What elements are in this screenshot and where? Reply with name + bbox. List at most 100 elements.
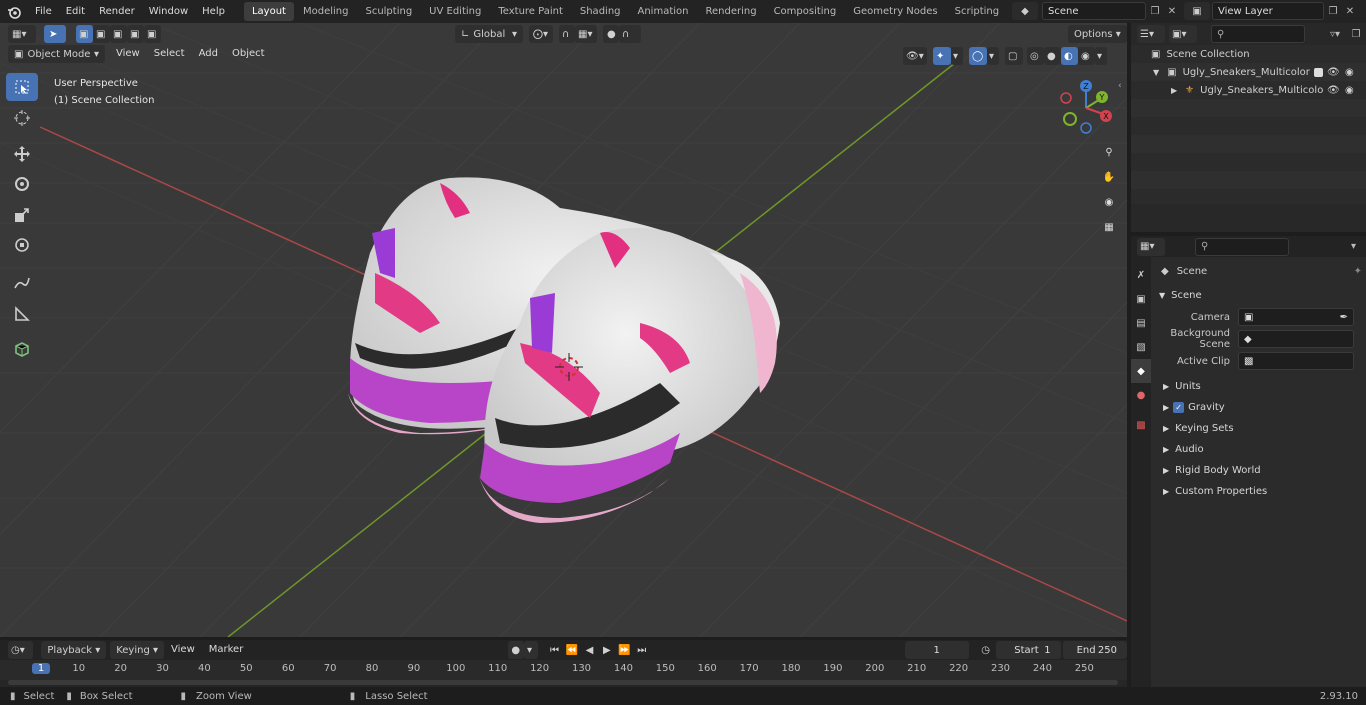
pan-hand-icon[interactable]: ✋ xyxy=(1098,166,1120,188)
viewport-menu-add[interactable]: Add xyxy=(192,45,225,63)
play-reverse-icon[interactable]: ◀ xyxy=(581,645,598,656)
gizmo-dropdown[interactable]: ▾ xyxy=(951,47,963,65)
orientation-dropdown[interactable]: ∟ Global ▾ xyxy=(455,25,523,43)
jump-end-icon[interactable]: ⏭ xyxy=(633,645,650,656)
viewport-menu-select[interactable]: Select xyxy=(147,45,192,63)
wireframe-shading[interactable]: ◎ xyxy=(1027,47,1044,65)
options-button[interactable]: Options ▾ xyxy=(1068,25,1127,43)
menu-file[interactable]: File xyxy=(28,0,59,23)
snap-target-dropdown[interactable]: ▦▾ xyxy=(575,25,597,43)
select-new-icon[interactable]: ▣ xyxy=(76,25,93,43)
filter-icon[interactable]: ▿▾ xyxy=(1321,29,1349,40)
texture-tab-icon[interactable]: ▩ xyxy=(1131,413,1151,437)
measure-tool[interactable] xyxy=(6,300,38,328)
viewport-menu-view[interactable]: View xyxy=(109,45,147,63)
menu-window[interactable]: Window xyxy=(142,0,195,23)
visibility-eye-icon[interactable]: 👁 xyxy=(1327,85,1340,96)
timeline-ruler[interactable]: 1 10 20 30 40 50 60 70 80 90 100 110 120 130 140 150 160… xyxy=(0,660,1127,680)
viewport-menu-object[interactable]: Object xyxy=(225,45,272,63)
perspective-toggle-icon[interactable]: ▦ xyxy=(1098,216,1120,238)
scale-tool[interactable] xyxy=(6,201,38,229)
menu-help[interactable]: Help xyxy=(195,0,232,23)
scene-panel-header[interactable]: ▼ Scene xyxy=(1155,285,1362,306)
preview-range-icon[interactable]: ◷ xyxy=(975,645,996,656)
tool-tab-icon[interactable]: ✗ xyxy=(1131,263,1151,287)
units-panel[interactable]: ▶ Units xyxy=(1155,376,1362,397)
solid-shading[interactable]: ● xyxy=(1044,47,1061,65)
scene-icon[interactable]: ◆ xyxy=(1012,2,1038,20)
background-scene-field[interactable]: ◆ xyxy=(1238,330,1354,348)
new-view-layer-icon[interactable]: ❐ xyxy=(1324,2,1342,20)
outliner-row-scene-collection[interactable]: ▣ Scene Collection xyxy=(1131,45,1366,63)
expand-arrow-icon[interactable]: ▶ xyxy=(1171,86,1177,95)
overlays-toggle[interactable]: ◯ xyxy=(969,47,987,65)
jump-start-icon[interactable]: ⏮ xyxy=(546,645,563,656)
editor-type-button[interactable]: ▦▾ xyxy=(8,25,36,43)
visibility-dropdown[interactable]: 👁▾ xyxy=(903,47,927,65)
jump-keyframe-forward-icon[interactable]: ⏩ xyxy=(616,645,633,656)
timeline-editor-type[interactable]: ◷▾ xyxy=(8,641,34,659)
tab-sculpting[interactable]: Sculpting xyxy=(357,2,420,21)
pivot-dropdown[interactable]: ⨀▾ xyxy=(529,25,553,43)
sidebar-toggle-icon[interactable]: ‹ xyxy=(1118,81,1122,91)
world-tab-icon[interactable]: ● xyxy=(1131,383,1151,407)
select-intersect-icon[interactable]: ▣ xyxy=(144,25,161,43)
select-box-tool[interactable] xyxy=(6,73,38,101)
cursor-tool[interactable] xyxy=(6,104,38,132)
properties-options-icon[interactable]: ▾ xyxy=(1351,241,1356,252)
render-camera-icon[interactable]: ◉ xyxy=(1345,85,1354,96)
tab-modeling[interactable]: Modeling xyxy=(295,2,357,21)
render-camera-icon[interactable]: ◉ xyxy=(1345,67,1354,78)
active-clip-field[interactable]: ▩ xyxy=(1238,352,1354,370)
visibility-eye-icon[interactable]: 👁 xyxy=(1327,67,1340,78)
output-tab-icon[interactable]: ▤ xyxy=(1131,311,1151,335)
snap-toggle[interactable]: ∩ xyxy=(559,25,575,43)
camera-field[interactable]: ▣ ✒ xyxy=(1238,308,1354,326)
transform-tool[interactable] xyxy=(6,231,38,259)
gravity-panel[interactable]: ▶ ✓ Gravity xyxy=(1155,397,1362,418)
scene-name-field[interactable]: Scene xyxy=(1042,2,1146,20)
outliner-editor-type[interactable]: ☰▾ xyxy=(1137,25,1165,43)
zoom-icon[interactable]: ⚲ xyxy=(1098,141,1120,163)
auto-keying-dropdown[interactable]: ▾ xyxy=(524,641,538,659)
custom-properties-panel[interactable]: ▶ Custom Properties xyxy=(1155,481,1362,502)
view-layer-field[interactable]: View Layer xyxy=(1212,2,1324,20)
exclude-checkbox[interactable] xyxy=(1314,67,1323,77)
pin-icon[interactable]: ✦ xyxy=(1354,266,1362,277)
timeline-menu-playback[interactable]: Playback ▾ xyxy=(41,641,107,659)
material-shading[interactable]: ◐ xyxy=(1061,47,1078,65)
scene-tab-icon[interactable]: ◆ xyxy=(1131,359,1151,383)
current-frame-field[interactable]: 1 xyxy=(904,641,969,659)
add-cube-tool[interactable] xyxy=(6,335,38,363)
3d-viewport[interactable]: ▦▾ ➤ ▣ ▣ ▣ ▣ ▣ ∟ Global ▾ ⨀▾ ∩ ▦▾ ● ∩ Opti… xyxy=(0,23,1127,637)
delete-scene-icon[interactable]: ✕ xyxy=(1164,2,1180,20)
menu-edit[interactable]: Edit xyxy=(59,0,92,23)
new-collection-icon[interactable]: ❐ xyxy=(1349,29,1363,40)
blender-logo-icon[interactable] xyxy=(0,0,28,23)
camera-view-icon[interactable]: ◉ xyxy=(1098,191,1120,213)
rendered-shading[interactable]: ◉ xyxy=(1078,47,1095,65)
tab-rendering[interactable]: Rendering xyxy=(697,2,764,21)
ruler-current-frame[interactable]: 1 xyxy=(32,663,50,674)
select-subtract-icon[interactable]: ▣ xyxy=(110,25,127,43)
audio-panel[interactable]: ▶ Audio xyxy=(1155,439,1362,460)
select-invert-icon[interactable]: ▣ xyxy=(127,25,144,43)
tab-layout[interactable]: Layout xyxy=(243,2,294,21)
auto-keying-toggle[interactable]: ● xyxy=(508,641,525,659)
outliner-row-collection[interactable]: ▼ ▣ Ugly_Sneakers_Multicolor 👁 ◉ xyxy=(1131,63,1366,81)
gizmo-toggle[interactable]: ✦ xyxy=(933,47,951,65)
view-layer-tab-icon[interactable]: ▧ xyxy=(1131,335,1151,359)
select-tool-mode[interactable]: ➤ xyxy=(44,25,66,43)
start-frame-field[interactable]: Start 1 xyxy=(996,641,1061,659)
view-layer-icon[interactable]: ▣ xyxy=(1184,2,1210,20)
tab-uv-editing[interactable]: UV Editing xyxy=(421,2,489,21)
tab-geometry-nodes[interactable]: Geometry Nodes xyxy=(845,2,945,21)
proportional-falloff[interactable]: ∩ xyxy=(619,25,641,43)
tab-texture-paint[interactable]: Texture Paint xyxy=(490,2,571,21)
tab-animation[interactable]: Animation xyxy=(630,2,697,21)
play-icon[interactable]: ▶ xyxy=(598,645,615,656)
tab-compositing[interactable]: Compositing xyxy=(766,2,845,21)
outliner-search-field[interactable]: ⚲ xyxy=(1211,25,1305,43)
select-extend-icon[interactable]: ▣ xyxy=(93,25,110,43)
properties-search-field[interactable]: ⚲ xyxy=(1195,237,1289,256)
